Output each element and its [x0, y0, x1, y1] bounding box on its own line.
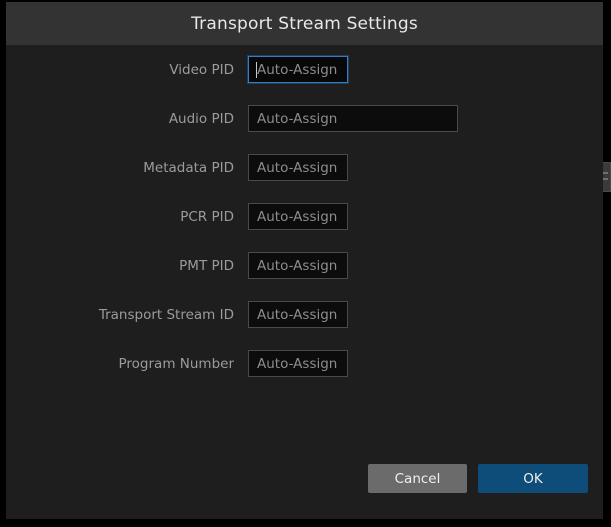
form-row: PCR PID Auto-Assign	[6, 192, 603, 241]
field-value: Auto-Assign	[257, 209, 337, 225]
field-value: Auto-Assign	[257, 160, 337, 176]
field-input-pcr-pid[interactable]: Auto-Assign	[248, 203, 348, 230]
field-label-audio-pid: Audio PID	[6, 111, 248, 127]
text-caret	[256, 62, 257, 78]
field-input-pmt-pid[interactable]: Auto-Assign	[248, 252, 348, 279]
dialog-footer: Cancel OK	[6, 451, 603, 519]
field-value: Auto-Assign	[257, 111, 337, 127]
field-value: Auto-Assign	[257, 258, 337, 274]
transport-stream-settings-dialog: Transport Stream Settings Video PID Auto-…	[6, 2, 603, 519]
dialog-titlebar: Transport Stream Settings	[6, 2, 603, 45]
field-value: Auto-Assign	[257, 62, 337, 78]
field-input-video-pid[interactable]: Auto-Assign	[248, 56, 348, 83]
field-input-program-number[interactable]: Auto-Assign	[248, 350, 348, 377]
screen: Transport Stream Settings Video PID Auto-…	[0, 0, 611, 527]
ok-button[interactable]: OK	[478, 464, 588, 493]
field-input-metadata-pid[interactable]: Auto-Assign	[248, 154, 348, 181]
form-row: Video PID Auto-Assign	[6, 45, 603, 94]
field-label-program-number: Program Number	[6, 356, 248, 372]
field-label-pmt-pid: PMT PID	[6, 258, 248, 274]
field-input-audio-pid[interactable]: Auto-Assign	[248, 105, 458, 132]
field-value: Auto-Assign	[257, 356, 337, 372]
dialog-title: Transport Stream Settings	[191, 14, 418, 34]
field-label-metadata-pid: Metadata PID	[6, 160, 248, 176]
field-input-transport-stream-id[interactable]: Auto-Assign	[248, 301, 348, 328]
field-label-pcr-pid: PCR PID	[6, 209, 248, 225]
form-row: PMT PID Auto-Assign	[6, 241, 603, 290]
field-label-transport-stream-id: Transport Stream ID	[6, 307, 248, 323]
form-row: Transport Stream ID Auto-Assign	[6, 290, 603, 339]
form-row: Program Number Auto-Assign	[6, 339, 603, 388]
cancel-button[interactable]: Cancel	[368, 464, 467, 493]
field-value: Auto-Assign	[257, 307, 337, 323]
field-label-video-pid: Video PID	[6, 62, 248, 78]
form-row: Audio PID Auto-Assign	[6, 94, 603, 143]
settings-form: Video PID Auto-Assign Audio PID Auto-Assign…	[6, 45, 603, 388]
form-row: Metadata PID Auto-Assign	[6, 143, 603, 192]
